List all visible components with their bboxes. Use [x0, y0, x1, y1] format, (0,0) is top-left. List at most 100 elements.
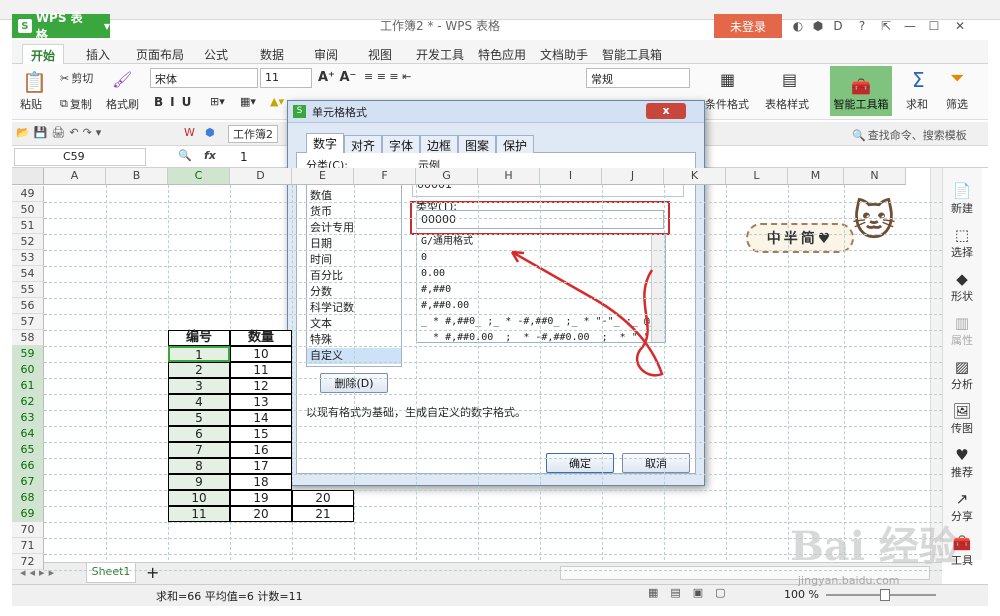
row-header[interactable]: 50	[12, 202, 44, 218]
row-header[interactable]: 49	[12, 186, 44, 202]
row-header[interactable]: 55	[12, 282, 44, 298]
row-header[interactable]: 67	[12, 474, 44, 490]
table-cell[interactable]: 11	[230, 362, 292, 378]
grid-row-line	[44, 282, 942, 283]
column-header[interactable]: B	[106, 168, 168, 185]
table-cell[interactable]: 20	[292, 490, 354, 506]
grid-row-line	[44, 522, 942, 523]
table-cell[interactable]: 10	[168, 490, 230, 506]
sidebar-item-property[interactable]: ▥ 属性	[946, 314, 978, 348]
sidebar-item-label: 属性	[951, 334, 973, 347]
table-cell[interactable]: 13	[230, 394, 292, 410]
sidebar-item-shape[interactable]: ◆ 形状	[946, 270, 978, 304]
row-header[interactable]: 68	[12, 490, 44, 506]
sidebar-item-label: 传图	[951, 422, 973, 435]
grid-column-line	[416, 185, 417, 560]
row-header[interactable]: 66	[12, 458, 44, 474]
column-header[interactable]: K	[664, 168, 726, 185]
table-cell[interactable]: 10	[230, 346, 292, 362]
table-cell[interactable]: 16	[230, 442, 292, 458]
table-header-cell[interactable]: 编号	[168, 330, 230, 346]
row-header[interactable]: 56	[12, 298, 44, 314]
table-cell[interactable]: 7	[168, 442, 230, 458]
tool-icon: 🧰	[952, 534, 972, 552]
analysis-icon: ▨	[954, 358, 970, 376]
row-header[interactable]: 71	[12, 538, 44, 554]
row-header[interactable]: 58	[12, 330, 44, 346]
row-header[interactable]: 53	[12, 250, 44, 266]
row-header[interactable]: 59	[12, 346, 44, 362]
row-header[interactable]: 60	[12, 362, 44, 378]
table-cell[interactable]: 2	[168, 362, 230, 378]
grid-row-line	[44, 298, 942, 299]
table-cell[interactable]: 14	[230, 410, 292, 426]
table-cell[interactable]: 11	[168, 506, 230, 522]
row-header[interactable]: 62	[12, 394, 44, 410]
column-header[interactable]: F	[354, 168, 416, 185]
grid-row-line	[44, 554, 942, 555]
sidebar-item-new[interactable]: 📄 新建	[946, 182, 978, 216]
sidebar-item-label: 工具	[951, 554, 973, 567]
row-header[interactable]: 52	[12, 234, 44, 250]
table-cell[interactable]: 17	[230, 458, 292, 474]
column-header[interactable]: N	[844, 168, 906, 185]
column-header[interactable]: A	[44, 168, 106, 185]
watermark-url: jingyan.baidu.com	[798, 574, 900, 587]
row-header[interactable]: 61	[12, 378, 44, 394]
sidebar-item-tool[interactable]: 🧰 工具	[946, 534, 978, 568]
row-header[interactable]: 65	[12, 442, 44, 458]
table-cell[interactable]: 8	[168, 458, 230, 474]
table-cell[interactable]: 1	[168, 346, 230, 362]
row-header[interactable]: 54	[12, 266, 44, 282]
row-header[interactable]: 70	[12, 522, 44, 538]
row-header[interactable]: 51	[12, 218, 44, 234]
table-header-cell[interactable]: 数量	[230, 330, 292, 346]
table-cell[interactable]: 4	[168, 394, 230, 410]
table-cell[interactable]: 9	[168, 474, 230, 490]
grid-column-line	[354, 185, 355, 560]
sidebar-item-share[interactable]: ↗ 分享	[946, 490, 978, 524]
select-all-corner[interactable]	[12, 168, 44, 185]
table-cell[interactable]: 3	[168, 378, 230, 394]
column-header[interactable]: G	[416, 168, 478, 185]
column-header[interactable]: E	[292, 168, 354, 185]
grid-column-line	[844, 185, 845, 560]
table-cell[interactable]: 20	[230, 506, 292, 522]
table-cell[interactable]: 5	[168, 410, 230, 426]
image-icon: 🖼	[952, 402, 972, 420]
table-cell[interactable]: 19	[230, 490, 292, 506]
grid-row-line	[44, 314, 942, 315]
sidebar-item-label: 形状	[951, 290, 973, 303]
grid-row-line	[44, 266, 942, 267]
sidebar-item-analysis[interactable]: ▨ 分析	[946, 358, 978, 392]
column-header[interactable]: D	[230, 168, 292, 185]
sidebar-item-image[interactable]: 🖼 传图	[946, 402, 978, 436]
sidebar-item-select[interactable]: ⬚ 选择	[946, 226, 978, 260]
sidebar-item-label: 新建	[951, 202, 973, 215]
grid-row-line	[44, 234, 942, 235]
row-header[interactable]: 72	[12, 554, 44, 570]
row-header[interactable]: 57	[12, 314, 44, 330]
table-cell[interactable]: 12	[230, 378, 292, 394]
sidebar-item-recommend[interactable]: ♥ 推荐	[946, 446, 978, 480]
row-header[interactable]: 63	[12, 410, 44, 426]
column-header[interactable]: C	[168, 168, 230, 185]
grid-column-line	[788, 185, 789, 560]
column-header[interactable]: M	[788, 168, 844, 185]
column-header[interactable]: J	[602, 168, 664, 185]
sidebar-item-label: 分析	[951, 378, 973, 391]
grid-column-line	[106, 185, 107, 560]
table-cell[interactable]: 6	[168, 426, 230, 442]
table-cell[interactable]: 18	[230, 474, 292, 490]
column-header[interactable]: L	[726, 168, 788, 185]
sidebar-item-label: 推荐	[951, 466, 973, 479]
sidebar-item-label: 选择	[951, 246, 973, 259]
table-cell[interactable]: 21	[292, 506, 354, 522]
row-header[interactable]: 64	[12, 426, 44, 442]
shape-icon: ◆	[956, 270, 968, 288]
table-cell[interactable]: 15	[230, 426, 292, 442]
column-header[interactable]: H	[478, 168, 540, 185]
column-header[interactable]: I	[540, 168, 602, 185]
recommend-icon: ♥	[955, 446, 969, 464]
row-header[interactable]: 69	[12, 506, 44, 522]
